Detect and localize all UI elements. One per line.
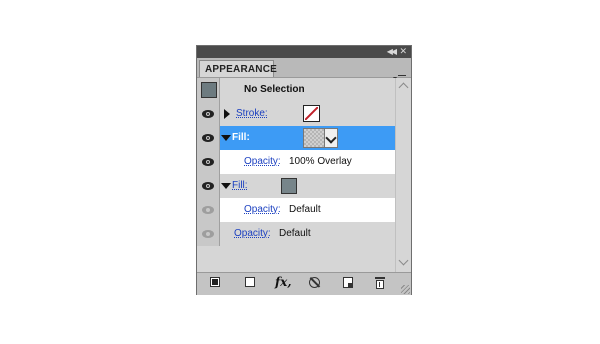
stroke-link[interactable]: Stroke: [236,108,268,119]
fill-color-swatch[interactable] [281,178,297,194]
selection-row[interactable]: No Selection [197,78,395,102]
panel-footer: fx, [197,272,411,295]
opacity-row-default-nested[interactable]: Opacity: Default [197,198,395,222]
resize-grip-icon[interactable] [401,285,410,294]
opacity-value: 100% Overlay [289,156,352,167]
appearance-panel: ◀◀ ✕ APPEARANCE No Selection Stroke: Fil… [196,45,412,295]
tab-appearance[interactable]: APPEARANCE [199,60,277,77]
opacity-link[interactable]: Opacity: [234,228,271,239]
delete-item-icon[interactable] [374,276,388,290]
opacity-link[interactable]: Opacity: [244,204,281,215]
stroke-color-swatch[interactable] [303,105,320,122]
fill-row[interactable]: Fill: [197,174,395,198]
duplicate-item-icon[interactable] [342,276,356,290]
scroll-down-icon[interactable] [398,255,409,266]
panel-titlebar[interactable]: ◀◀ ✕ [197,46,411,58]
eye-icon[interactable] [202,229,214,239]
selection-thumbnail-icon [201,82,217,98]
fill-label: Fill: [232,132,250,143]
eye-icon[interactable] [202,157,214,167]
add-new-stroke-icon[interactable] [209,276,223,290]
expand-right-icon[interactable] [224,109,230,119]
fill-row-selected[interactable]: Fill: [197,126,395,150]
pattern-swatch[interactable] [303,128,325,148]
add-new-fill-icon[interactable] [244,276,258,290]
appearance-list: No Selection Stroke: Fill: Opacity: 100%… [197,78,395,272]
opacity-value: Default [279,228,311,239]
fill-link[interactable]: Fill: [232,180,248,191]
selection-thumb-cell [197,78,220,102]
scrollbar[interactable] [395,78,411,272]
expand-down-icon[interactable] [221,135,231,141]
add-new-effect-icon[interactable]: fx, [275,274,295,289]
eye-icon[interactable] [202,109,214,119]
opacity-value: Default [289,204,321,215]
opacity-row-overlay[interactable]: Opacity: 100% Overlay [197,150,395,174]
scroll-up-icon[interactable] [398,82,409,93]
panel-tabbar: APPEARANCE [197,58,411,82]
opacity-link[interactable]: Opacity: [244,156,281,167]
eye-icon[interactable] [202,205,214,215]
eye-icon[interactable] [202,181,214,191]
selection-label: No Selection [244,84,305,95]
close-icon[interactable]: ✕ [399,46,407,57]
stroke-row[interactable]: Stroke: [197,102,395,126]
opacity-row-default[interactable]: Opacity: Default [197,222,395,246]
eye-icon[interactable] [202,133,214,143]
fill-swatch-dropdown[interactable] [303,128,339,148]
expand-down-icon[interactable] [221,183,231,189]
clear-appearance-icon[interactable] [308,276,322,290]
chevron-down-icon[interactable] [325,128,338,148]
collapse-panel-icon[interactable]: ◀◀ [387,47,397,57]
